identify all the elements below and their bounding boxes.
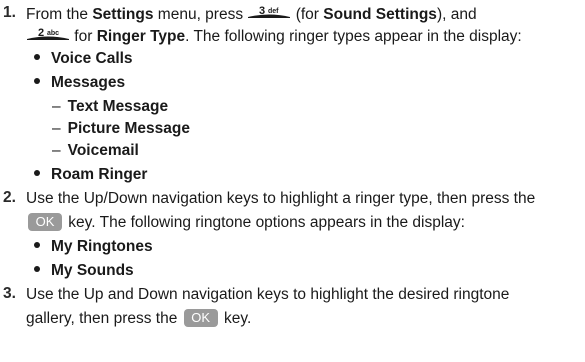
dash-icon: – (52, 142, 61, 159)
text: for (70, 28, 97, 46)
step-2-line-2: OK key. The following ringtone options a… (26, 212, 465, 233)
settings-menu-label: Settings (92, 6, 154, 24)
list-item: Messages (34, 73, 125, 93)
list-item: My Sounds (34, 261, 134, 281)
key-2-abc-icon: 2 abc (26, 25, 70, 47)
sound-settings-label: Sound Settings (323, 6, 437, 24)
svg-text:3: 3 (259, 5, 265, 17)
dash-icon: – (52, 98, 61, 115)
sub-list-item: – Picture Message (52, 119, 190, 139)
step-3-line-2: gallery, then press the OK key. (26, 308, 252, 329)
list-item-label: Voice Calls (51, 50, 133, 67)
svg-text:2: 2 (38, 27, 44, 39)
list-item-label: Messages (51, 74, 126, 91)
bullet-icon (34, 265, 40, 272)
bullet-icon (34, 169, 40, 176)
list-item: My Ringtones (34, 237, 153, 257)
svg-text:abc: abc (47, 30, 59, 37)
text: From the (26, 6, 93, 24)
text: . The following ringer types appear in t… (185, 28, 522, 46)
text: (for (291, 6, 324, 24)
step-3-line-1: Use the Up and Down navigation keys to h… (26, 286, 510, 303)
list-item-label: My Sounds (51, 262, 134, 279)
key-3-def-icon: 3 def (247, 3, 291, 25)
bullet-icon (34, 241, 40, 248)
text: key. (219, 310, 252, 327)
text: menu, press (153, 6, 248, 24)
ok-key-icon: OK (28, 212, 62, 231)
step-1-line-2: 2 abc for Ringer Type. The following rin… (26, 26, 522, 48)
list-item: Voice Calls (34, 49, 133, 69)
list-item: Roam Ringer (34, 165, 147, 185)
step-number: 3. (3, 285, 16, 302)
step-number: 1. (3, 4, 16, 21)
list-item-label: Roam Ringer (51, 166, 148, 183)
list-item-label: My Ringtones (51, 238, 153, 255)
svg-text:def: def (268, 8, 279, 15)
ok-key-icon: OK (183, 308, 218, 327)
step-1-line-1: From the Settings menu, press 3 def (for… (26, 4, 477, 26)
dash-icon: – (52, 120, 61, 137)
instruction-page: 1. From the Settings menu, press 3 def (… (0, 0, 585, 362)
text: gallery, then press the (26, 310, 182, 327)
text: key. The following ringtone options appe… (64, 214, 465, 231)
list-item-label: Voicemail (67, 142, 139, 159)
sub-list-item: – Text Message (52, 97, 168, 117)
bullet-icon (34, 53, 40, 60)
sub-list-item: – Voicemail (52, 141, 139, 161)
list-item-label: Picture Message (67, 120, 190, 137)
list-item-label: Text Message (67, 98, 169, 115)
step-2-line-1: Use the Up/Down navigation keys to highl… (26, 190, 536, 207)
ringer-type-label: Ringer Type (96, 28, 186, 46)
text: ), and (436, 6, 477, 24)
step-number: 2. (3, 189, 16, 206)
bullet-icon (34, 77, 40, 84)
